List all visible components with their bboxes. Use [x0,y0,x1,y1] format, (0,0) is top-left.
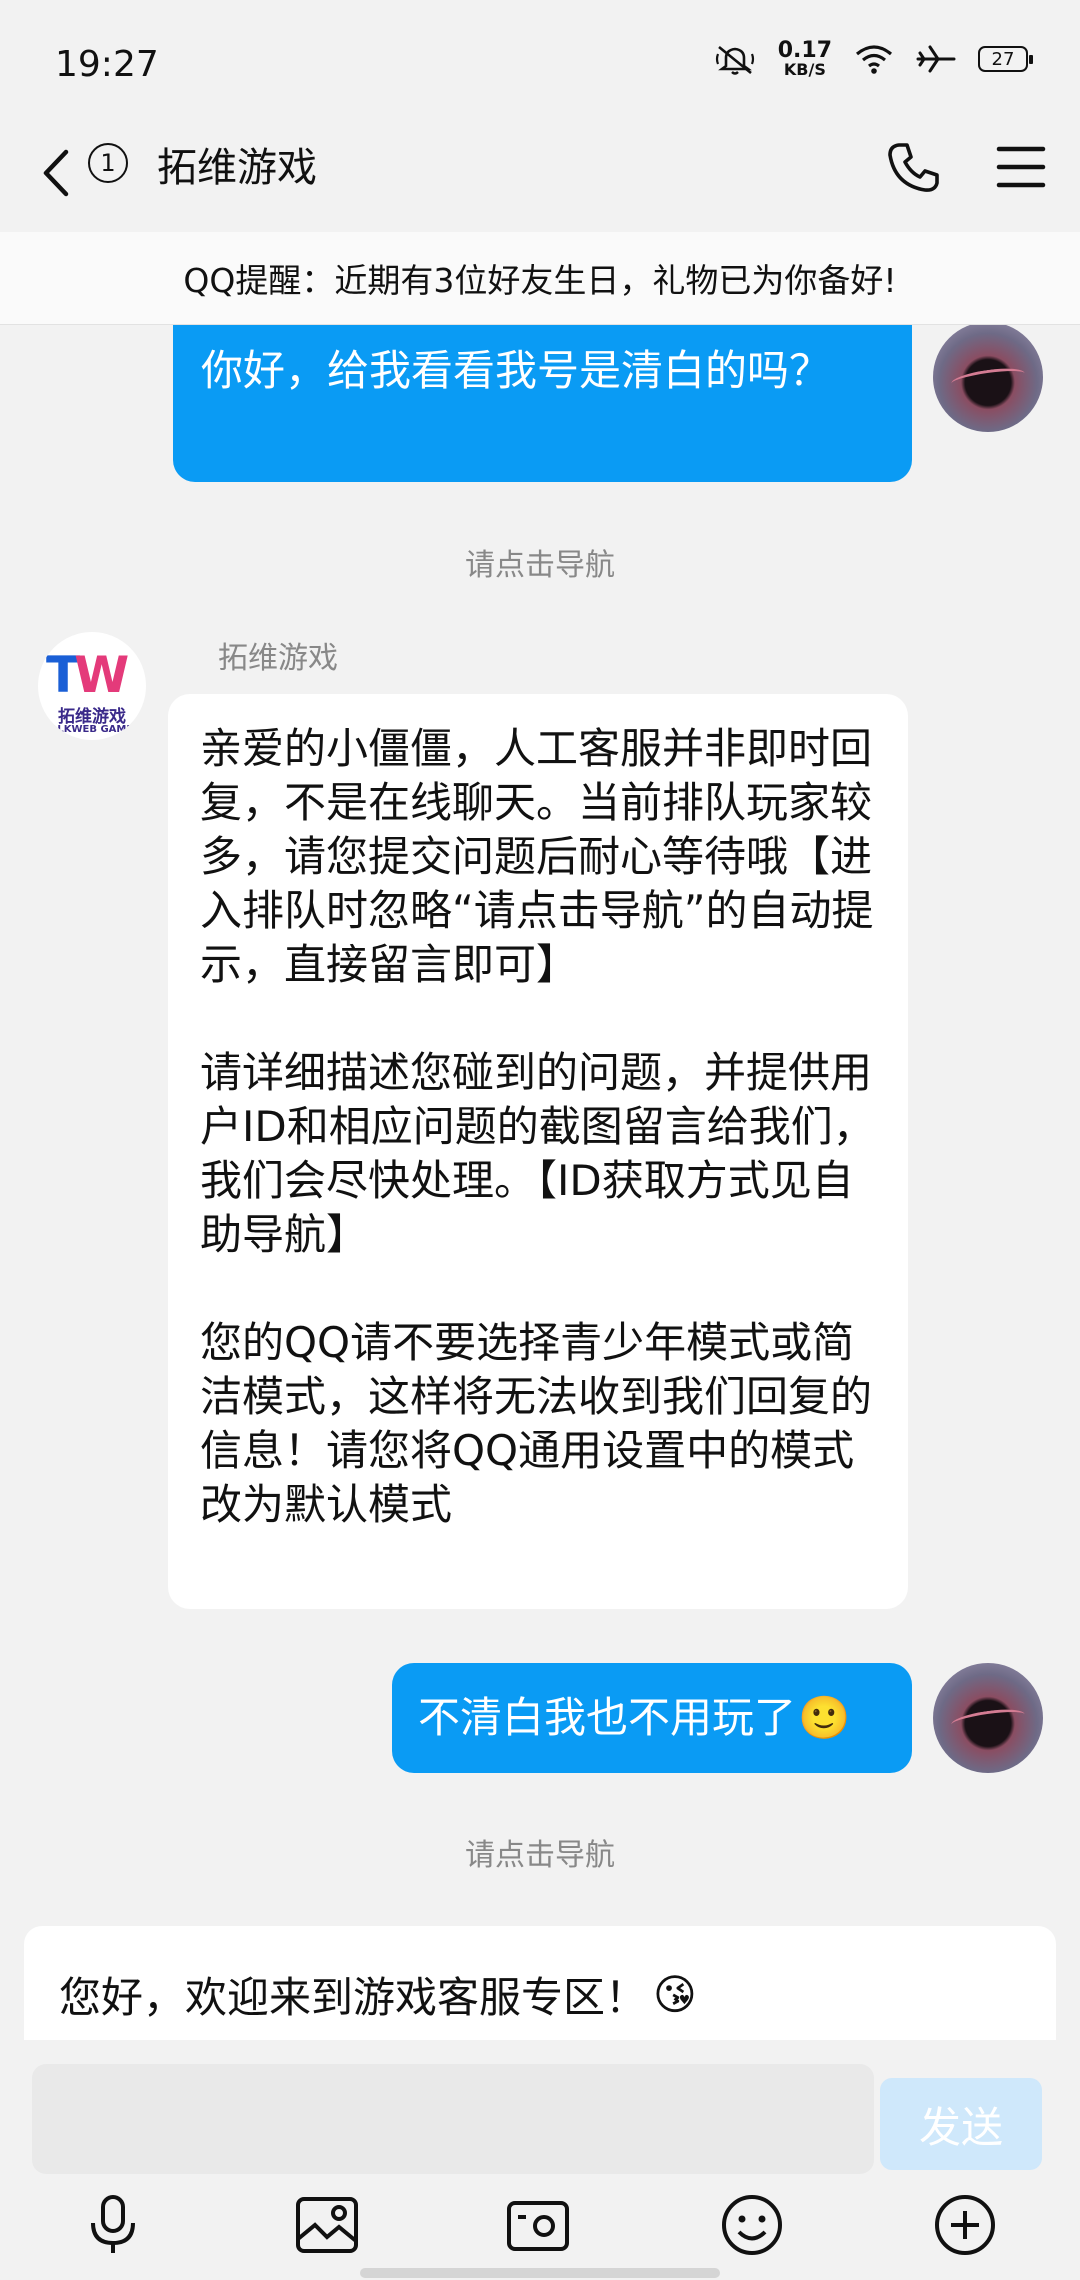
message-paragraph: 请详细描述您碰到的问题，并提供用户ID和相应问题的截图留言给我们，我们会尽快处理… [200,1048,875,1259]
message-input[interactable] [32,2064,874,2174]
message-text: 不清白我也不用玩了 [418,1693,797,1742]
message-paragraph: 您的QQ请不要选择青少年模式或简洁模式，这样将无法收到我们回复的信息！请您将QQ… [200,1318,873,1529]
message-text: 你好，给我看看我号是清白的吗？ [201,346,832,395]
navigation-hint[interactable]: 请点击导航 [0,1830,1080,1874]
more-button[interactable] [930,2190,1000,2260]
phone-icon [888,143,939,192]
input-toolbar [0,2190,1080,2260]
send-button[interactable]: 发送 [880,2078,1042,2170]
call-button[interactable] [885,139,941,195]
status-bar: 19:27 0.17 KB/S 27 [0,0,1080,125]
plus-icon [935,2195,995,2255]
voice-button[interactable] [78,2190,148,2260]
sender-name: 拓维游戏 [218,641,338,676]
user-avatar[interactable] [933,1663,1043,1773]
input-area: 发送 [0,2040,1080,2280]
birthday-reminder-banner[interactable]: QQ提醒：近期有3位好友生日，礼物已为你备好! [0,232,1080,325]
status-icons: 0.17 KB/S 27 [714,38,1033,79]
gallery-button[interactable] [292,2190,362,2260]
emoji-button[interactable] [717,2190,787,2260]
image-icon [296,2197,358,2253]
bot-avatar[interactable]: TW 拓维游戏 TALKWEB GAMES [38,632,146,740]
emoji-icon [722,2195,782,2255]
chevron-left-icon [43,149,69,197]
message-bubble-received[interactable]: 亲爱的小僵僵，人工客服并非即时回复，不是在线聊天。当前排队玩家较多，请您提交问题… [168,694,908,1609]
navigation-hint[interactable]: 请点击导航 [0,540,1080,584]
status-time: 19:27 [55,44,159,85]
unread-count-badge[interactable]: 1 [88,143,128,183]
kiss-emoji-icon: 😘 [653,1970,697,2019]
smile-emoji-icon: 🙂 [798,1693,851,1742]
bot-avatar-subtext: TALKWEB GAMES [43,724,141,735]
chat-title: 拓维游戏 [157,145,317,191]
back-button[interactable] [40,143,80,203]
airplane-icon [916,45,956,73]
wifi-icon [855,45,893,74]
welcome-message-card[interactable]: 您好，欢迎来到游戏客服专区！ 😘 [24,1926,1056,2056]
camera-icon [507,2201,569,2251]
net-speed: 0.17 KB/S [777,38,832,79]
mute-icon [715,45,754,75]
message-paragraph: 亲爱的小僵僵，人工客服并非即时回复，不是在线聊天。当前排队玩家较多，请您提交问题… [200,724,874,989]
hamburger-menu-icon [996,146,1046,188]
chat-header: 1 拓维游戏 [0,125,1080,230]
mic-icon [91,2195,135,2253]
home-indicator[interactable] [360,2268,720,2278]
menu-button[interactable] [995,141,1047,193]
camera-button[interactable] [503,2190,573,2260]
user-avatar[interactable] [933,322,1043,432]
welcome-message: 您好，欢迎来到游戏客服专区！ 😘 [59,1964,697,2025]
battery-indicator: 27 [978,46,1033,72]
message-bubble-sent[interactable]: 不清白我也不用玩了 🙂 [392,1663,912,1773]
welcome-text: 您好，欢迎来到游戏客服专区！ [59,1973,648,2022]
message-bubble-sent[interactable]: 你好，给我看看我号是清白的吗？ [173,318,912,482]
